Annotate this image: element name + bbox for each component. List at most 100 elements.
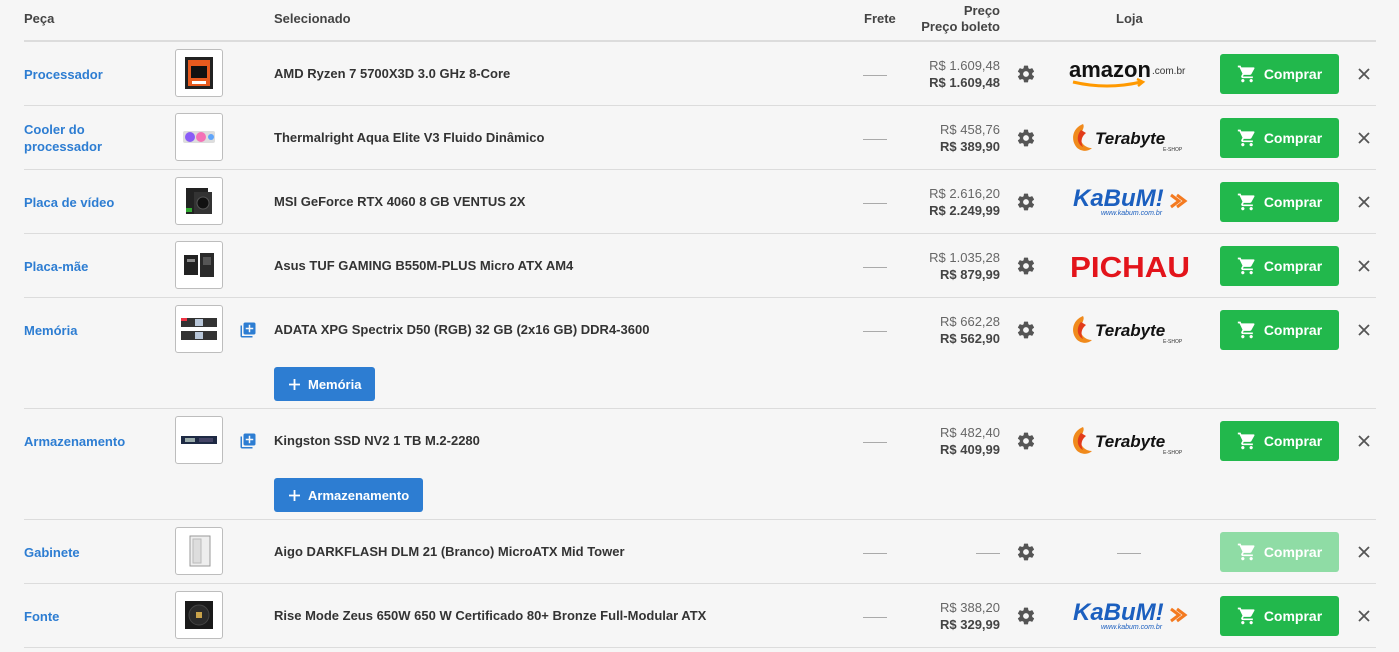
header-selecionado: Selecionado — [274, 11, 351, 26]
cooler-image — [183, 131, 215, 143]
selected-product-link[interactable]: Asus TUF GAMING B550M-PLUS Micro ATX AM4 — [274, 258, 573, 273]
part-category-link[interactable]: Fonte — [24, 608, 144, 625]
store-logo-kabum[interactable]: KaBuM! www.kabum.com.br — [1064, 596, 1194, 636]
gpu-image — [186, 188, 212, 214]
price-value: R$ 1.609,48 — [929, 58, 1000, 73]
store-empty-dash — [1117, 553, 1141, 554]
buy-button[interactable]: Comprar — [1220, 54, 1339, 94]
store-logo-terabyte[interactable]: Terabyte E-SHOP — [1064, 310, 1194, 350]
price-cell: R$ 1.609,48 R$ 1.609,48 — [929, 57, 1000, 91]
close-icon[interactable] — [1356, 433, 1372, 449]
product-thumbnail[interactable] — [175, 305, 223, 353]
store-logo-terabyte[interactable]: Terabyte E-SHOP — [1064, 118, 1194, 158]
svg-text:Terabyte: Terabyte — [1095, 129, 1165, 148]
pichau-logo: PICHAU — [1070, 252, 1190, 283]
product-thumbnail[interactable] — [175, 527, 223, 575]
gear-icon[interactable] — [1016, 606, 1036, 626]
header-preco: Preço Preço boleto — [921, 3, 1000, 35]
buy-button[interactable]: Comprar — [1220, 118, 1339, 158]
part-category-link[interactable]: Armazenamento — [24, 433, 144, 450]
table-row: Cooler do processador Thermalright Aqua … — [24, 106, 1376, 170]
price-cell: R$ 662,28 R$ 562,90 — [940, 313, 1000, 347]
store-logo-pichau[interactable]: PICHAU — [1064, 246, 1194, 286]
close-icon[interactable] — [1356, 322, 1372, 338]
part-category-link[interactable]: Placa-mãe — [24, 258, 144, 275]
add-another-icon[interactable] — [239, 321, 257, 339]
buy-button[interactable]: Comprar — [1220, 596, 1339, 636]
svg-text:KaBuM!: KaBuM! — [1073, 599, 1164, 626]
selected-product-link[interactable]: Rise Mode Zeus 650W 650 W Certificado 80… — [274, 608, 706, 623]
buy-button-label: Comprar — [1263, 66, 1323, 82]
store-logo-terabyte[interactable]: Terabyte E-SHOP — [1064, 421, 1194, 461]
buy-button-disabled[interactable]: Comprar — [1220, 532, 1339, 572]
close-icon[interactable] — [1356, 258, 1372, 274]
price-value: R$ 662,28 — [940, 314, 1000, 329]
selected-product-link[interactable]: Aigo DARKFLASH DLM 21 (Branco) MicroATX … — [274, 544, 625, 559]
gear-icon[interactable] — [1016, 64, 1036, 84]
close-icon[interactable] — [1356, 544, 1372, 560]
price-cell: R$ 1.035,28 R$ 879,99 — [929, 249, 1000, 283]
add-another-icon[interactable] — [239, 432, 257, 450]
price-value: R$ 482,40 — [940, 425, 1000, 440]
buy-button-label: Comprar — [1263, 322, 1323, 338]
buy-button[interactable]: Comprar — [1220, 421, 1339, 461]
part-category-link[interactable]: Memória — [24, 322, 144, 339]
gear-icon[interactable] — [1016, 431, 1036, 451]
terabyte-logo: Terabyte E-SHOP — [1072, 316, 1183, 345]
product-thumbnail[interactable] — [175, 49, 223, 97]
selected-product-link[interactable]: Kingston SSD NV2 1 TB M.2-2280 — [274, 433, 480, 448]
svg-text:E-SHOP: E-SHOP — [1163, 450, 1183, 456]
add-armazenamento-button[interactable]: Armazenamento — [274, 478, 424, 512]
close-icon[interactable] — [1356, 130, 1372, 146]
gear-icon[interactable] — [1016, 320, 1036, 340]
add-button-label: Memória — [308, 376, 362, 392]
svg-text:E-SHOP: E-SHOP — [1163, 339, 1183, 345]
product-thumbnail[interactable] — [175, 416, 223, 464]
price-boleto-value: R$ 879,99 — [940, 267, 1000, 282]
part-category-link[interactable]: Cooler do processador — [24, 121, 144, 155]
product-thumbnail[interactable] — [175, 241, 223, 289]
part-category-link[interactable]: Gabinete — [24, 544, 144, 561]
cart-icon — [1237, 432, 1255, 450]
cart-icon — [1237, 543, 1255, 561]
selected-product-link[interactable]: AMD Ryzen 7 5700X3D 3.0 GHz 8-Core — [274, 66, 510, 81]
price-value: R$ 2.616,20 — [929, 186, 1000, 201]
buy-button[interactable]: Comprar — [1220, 182, 1339, 222]
buy-button-label: Comprar — [1263, 608, 1323, 624]
part-category-link[interactable]: Processador — [24, 66, 144, 83]
gear-icon[interactable] — [1016, 256, 1036, 276]
table-row: Gabinete Aigo DARKFLASH DLM 21 (Branco) … — [24, 520, 1376, 584]
store-logo-amazon[interactable]: amazon .com.br — [1064, 54, 1194, 94]
buy-button-label: Comprar — [1263, 544, 1323, 560]
price-value: R$ 1.035,28 — [929, 250, 1000, 265]
gear-icon[interactable] — [1016, 192, 1036, 212]
frete-empty-dash — [863, 267, 887, 268]
close-icon[interactable] — [1356, 66, 1372, 82]
part-category-link[interactable]: Placa de vídeo — [24, 194, 144, 211]
product-thumbnail[interactable] — [175, 177, 223, 225]
svg-text:E-SHOP: E-SHOP — [1163, 147, 1183, 153]
svg-text:.com.br: .com.br — [1152, 66, 1186, 77]
close-icon[interactable] — [1356, 194, 1372, 210]
svg-text:KaBuM!: KaBuM! — [1073, 185, 1164, 212]
price-cell: R$ 2.616,20 R$ 2.249,99 — [929, 185, 1000, 219]
product-thumbnail[interactable] — [175, 113, 223, 161]
product-thumbnail[interactable] — [175, 591, 223, 639]
gear-icon[interactable] — [1016, 128, 1036, 148]
cpu-box-image — [185, 57, 213, 89]
add-memoria-button[interactable]: Memória — [274, 367, 376, 401]
header-peca: Peça — [24, 11, 55, 26]
selected-product-link[interactable]: MSI GeForce RTX 4060 8 GB VENTUS 2X — [274, 194, 525, 209]
selected-product-link[interactable]: ADATA XPG Spectrix D50 (RGB) 32 GB (2x16… — [274, 322, 649, 337]
price-boleto-value: R$ 329,99 — [940, 617, 1000, 632]
price-value: R$ 458,76 — [940, 122, 1000, 137]
buy-button[interactable]: Comprar — [1220, 310, 1339, 350]
buy-button[interactable]: Comprar — [1220, 246, 1339, 286]
gear-icon[interactable] — [1016, 542, 1036, 562]
store-logo-kabum[interactable]: KaBuM! www.kabum.com.br — [1064, 182, 1194, 222]
terabyte-logo: Terabyte E-SHOP — [1072, 124, 1183, 153]
close-icon[interactable] — [1356, 608, 1372, 624]
add-button-label: Armazenamento — [308, 487, 410, 503]
price-boleto-value: R$ 562,90 — [940, 331, 1000, 346]
selected-product-link[interactable]: Thermalright Aqua Elite V3 Fluido Dinâmi… — [274, 130, 544, 145]
